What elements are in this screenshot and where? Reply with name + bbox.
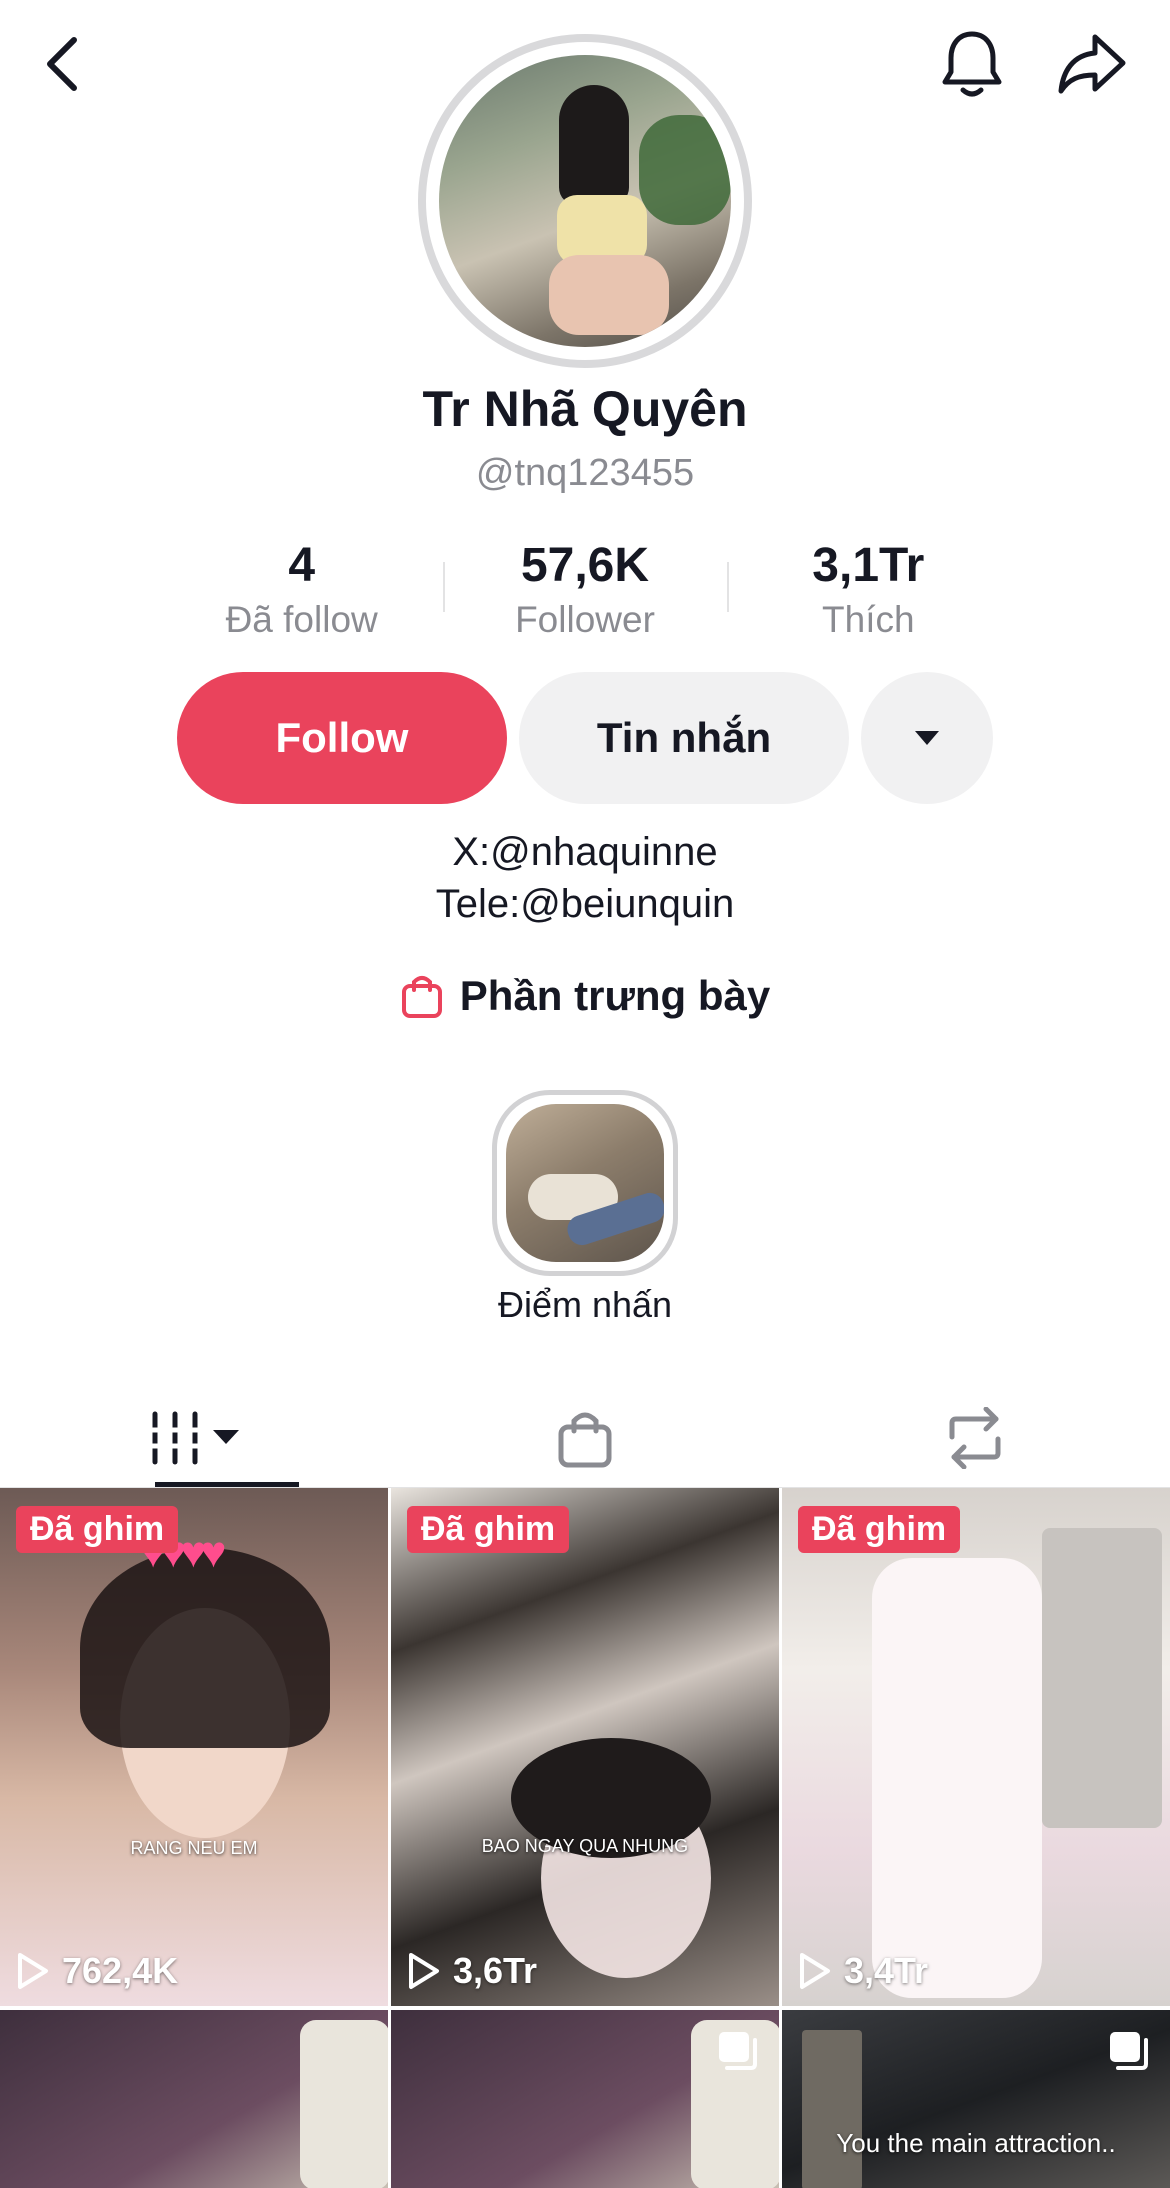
stat-label: Follower xyxy=(515,599,655,640)
repost-icon xyxy=(949,1407,1001,1469)
bio: X:@nhaquinne Tele:@beiunquin xyxy=(0,826,1170,930)
tab-reposts[interactable] xyxy=(780,1388,1170,1488)
video-tile[interactable]: ♥♥♥♥ RANG NEU EM Đã ghim 762,4K xyxy=(0,1488,388,2006)
stat-label: Thích xyxy=(822,599,915,640)
video-tile[interactable]: Đã ghim 3,4Tr xyxy=(782,1488,1170,2006)
multi-photo-icon xyxy=(1110,2032,1148,2070)
stat-value: 3,1Tr xyxy=(812,539,925,592)
view-count: 3,6Tr xyxy=(407,1950,537,1992)
video-overlay-text: RANG NEU EM xyxy=(130,1838,258,1858)
pinned-badge: Đã ghim xyxy=(407,1506,570,1553)
tab-videos[interactable] xyxy=(0,1388,390,1488)
view-count: 762,4K xyxy=(16,1950,178,1992)
bio-line: Tele:@beiunquin xyxy=(435,882,735,926)
video-thumbnail-detail xyxy=(80,1548,330,1748)
share-arrow-icon xyxy=(1058,34,1126,94)
pinned-badge: Đã ghim xyxy=(798,1506,961,1553)
message-button[interactable]: Tin nhắn xyxy=(519,672,849,804)
showcase-label: Phần trưng bày xyxy=(459,972,771,1019)
stat-followers[interactable]: 57,6K Follower xyxy=(443,536,726,646)
grid-columns-icon xyxy=(149,1411,239,1465)
view-count-value: 762,4K xyxy=(62,1950,179,1991)
video-tile[interactable] xyxy=(0,2010,388,2188)
video-tile[interactable] xyxy=(391,2010,779,2188)
stat-following[interactable]: 4 Đã follow xyxy=(160,536,443,646)
view-count-value: 3,6Tr xyxy=(453,1950,538,1991)
back-button[interactable] xyxy=(30,28,94,100)
follow-button[interactable]: Follow xyxy=(177,672,507,804)
video-thumbnail xyxy=(300,2020,388,2188)
shopping-bag-icon xyxy=(558,1412,612,1468)
avatar[interactable] xyxy=(418,34,752,368)
bell-icon xyxy=(942,31,1002,97)
video-grid: ♥♥♥♥ RANG NEU EM Đã ghim 762,4K BAO NGAY… xyxy=(0,1488,1170,2188)
bio-line: X:@nhaquinne xyxy=(452,830,718,874)
profile-handle: @tnq123455 xyxy=(475,452,695,494)
profile-name: Tr Nhã Quyên xyxy=(422,381,748,437)
content-tabs xyxy=(0,1388,1170,1488)
caret-down-icon xyxy=(915,731,939,745)
share-button[interactable] xyxy=(1050,22,1134,106)
stat-value: 57,6K xyxy=(520,539,650,592)
avatar-image xyxy=(439,55,731,347)
chevron-left-icon xyxy=(47,37,77,91)
play-icon xyxy=(18,1953,48,1989)
play-icon xyxy=(409,1953,439,1989)
video-tile[interactable]: You the main attraction.. xyxy=(782,2010,1170,2188)
video-thumbnail-detail xyxy=(1042,1528,1162,1828)
video-overlay-text: BAO NGAY QUA NHUNG xyxy=(481,1836,689,1856)
stat-likes[interactable]: 3,1Tr Thích xyxy=(726,536,1010,646)
video-thumbnail xyxy=(802,2030,862,2188)
play-icon xyxy=(800,1953,830,1989)
video-caption: You the main attraction.. xyxy=(836,2128,1116,2158)
video-thumbnail xyxy=(872,1558,1042,1998)
view-count-value: 3,4Tr xyxy=(844,1950,929,1991)
notifications-button[interactable] xyxy=(934,22,1010,106)
highlight-label: Điểm nhấn xyxy=(497,1284,673,1325)
highlight-story[interactable] xyxy=(492,1090,678,1276)
stat-value: 4 xyxy=(288,539,316,592)
showcase-link[interactable]: Phần trưng bày xyxy=(0,972,1170,1020)
multi-photo-icon xyxy=(719,2032,757,2070)
tab-shop[interactable] xyxy=(390,1388,780,1488)
pinned-badge: Đã ghim xyxy=(16,1506,179,1553)
video-tile[interactable]: BAO NGAY QUA NHUNG Đã ghim 3,6Tr xyxy=(391,1488,779,2006)
view-count: 3,4Tr xyxy=(798,1950,928,1992)
stats-row: 4 Đã follow 57,6K Follower 3,1Tr Thích xyxy=(160,536,1010,646)
highlight-image xyxy=(506,1104,664,1262)
stat-label: Đã follow xyxy=(225,599,378,640)
shopping-bag-icon xyxy=(401,976,442,1018)
more-options-button[interactable] xyxy=(861,672,993,804)
